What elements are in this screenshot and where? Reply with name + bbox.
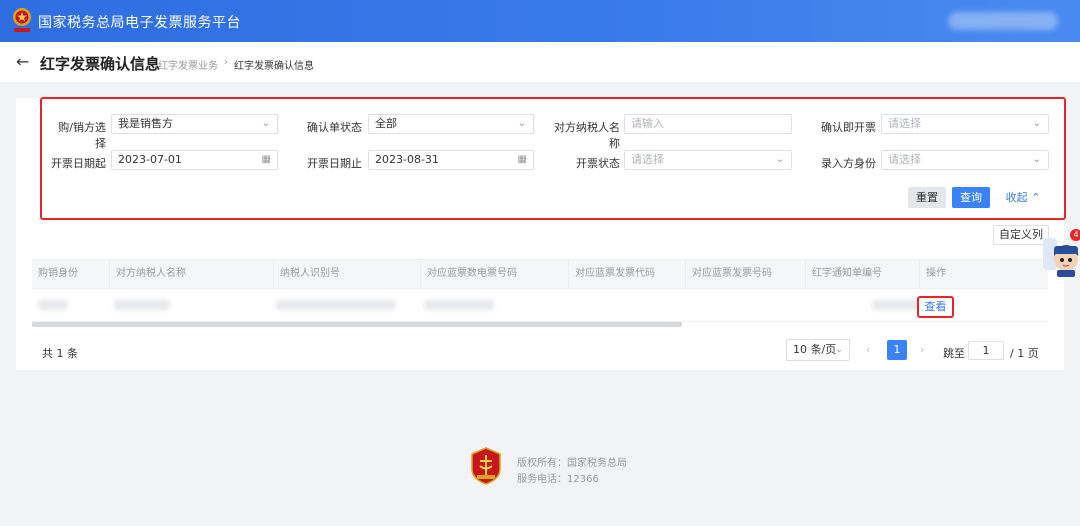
footer-copyright: 版权所有：国家税务总局 (517, 458, 627, 469)
cell-blurred (424, 300, 494, 310)
date-start-picker[interactable]: 2023-07-01 ▦ (111, 150, 278, 170)
chevron-down-icon: ⌄ (1032, 118, 1041, 129)
column-header-blue-digital-number: 对应蓝票数电票号码 (421, 260, 569, 288)
tax-logo-icon (471, 447, 501, 485)
breadcrumb-separator: › (224, 57, 228, 68)
page-title: 红字发票确认信息 (40, 55, 161, 73)
prev-page-icon[interactable]: ‹ (866, 343, 870, 356)
breadcrumb-item-red-invoice[interactable]: 红字发票业务 (158, 57, 218, 72)
jump-page-input[interactable]: 1 (968, 341, 1004, 360)
collapse-button[interactable]: 收起 ⌃ (1003, 187, 1043, 208)
breadcrumb: 红字发票业务 › 红字发票确认信息 (158, 57, 314, 72)
total-pages: / 1 页 (1010, 347, 1039, 360)
issue-status-label: 开票状态 (576, 157, 620, 170)
reset-button[interactable]: 重置 (908, 187, 946, 208)
entry-role-select[interactable]: 请选择 ⌄ (881, 150, 1049, 170)
entry-role-label: 录入方身份 (821, 157, 876, 170)
total-count: 共 1 条 (42, 347, 78, 360)
horizontal-scrollbar[interactable] (32, 322, 682, 327)
confirm-issue-select[interactable]: 请选择 ⌄ (881, 114, 1049, 134)
page-title-bar: ← 红字发票确认信息 红字发票业务 › 红字发票确认信息 (0, 42, 1080, 82)
cell-blurred (872, 300, 922, 310)
column-header-actions: 操作 (926, 268, 946, 279)
app-title: 国家税务总局电子发票服务平台 (38, 15, 241, 31)
footer-phone: 服务电话：12366 (517, 474, 599, 485)
date-start-label: 开票日期起 (51, 157, 106, 170)
arrow-left-icon[interactable]: ← (16, 52, 29, 72)
buyer-seller-select[interactable]: 我是销售方 ⌄ (111, 114, 278, 134)
chevron-down-icon: ⌄ (835, 345, 843, 355)
tax-emblem-icon (13, 8, 31, 32)
user-info-blurred[interactable] (948, 12, 1058, 30)
chevron-down-icon: ⌄ (517, 118, 526, 129)
top-header-bar: 国家税务总局电子发票服务平台 (0, 0, 1080, 42)
counterparty-name-input[interactable]: 请输入 (624, 114, 792, 134)
cell-blurred (38, 300, 68, 310)
cell-blurred (276, 300, 396, 310)
chevron-down-icon: ⌄ (261, 118, 270, 129)
date-end-picker[interactable]: 2023-08-31 ▦ (368, 150, 534, 170)
buyer-seller-label: 购/销方选择 (58, 121, 106, 150)
view-button[interactable]: 查看 (917, 296, 954, 318)
calendar-icon: ▦ (261, 154, 271, 165)
assistant-mascot-icon[interactable]: 4 (1041, 229, 1080, 278)
counterparty-name-label: 对方纳税人名称 (554, 121, 620, 150)
breadcrumb-item-current: 红字发票确认信息 (234, 61, 314, 72)
table-row (32, 289, 1048, 322)
page-size-select[interactable]: 10 条/页 ⌄ (786, 339, 850, 361)
confirm-status-select[interactable]: 全部 ⌄ (368, 114, 534, 134)
chevron-down-icon: ⌄ (775, 154, 784, 165)
column-header-buyer-seller: 购销身份 (32, 260, 110, 288)
query-button[interactable]: 查询 (952, 187, 990, 208)
jump-to-label: 跳至 (943, 347, 965, 360)
next-page-icon[interactable]: › (920, 343, 924, 356)
confirm-issue-label: 确认即开票 (821, 121, 876, 134)
column-header-red-notice-number: 红字通知单编号 (806, 260, 920, 288)
table-header: 购销身份 对方纳税人名称 纳税人识别号 对应蓝票数电票号码 对应蓝票发票代码 对… (32, 259, 1048, 289)
column-header-counterparty: 对方纳税人名称 (110, 260, 274, 288)
calendar-icon: ▦ (517, 154, 527, 165)
column-header-blue-invoice-code: 对应蓝票发票代码 (569, 260, 686, 288)
issue-status-select[interactable]: 请选择 ⌄ (624, 150, 792, 170)
chevron-down-icon: ⌄ (1032, 154, 1041, 165)
cell-blurred (114, 300, 170, 310)
confirm-status-label: 确认单状态 (307, 121, 362, 134)
page-number-current[interactable]: 1 (887, 340, 907, 360)
column-header-taxpayer-id: 纳税人识别号 (274, 260, 421, 288)
column-header-blue-invoice-number: 对应蓝票发票号码 (686, 260, 806, 288)
notification-badge: 4 (1070, 229, 1080, 241)
date-end-label: 开票日期止 (307, 157, 362, 170)
